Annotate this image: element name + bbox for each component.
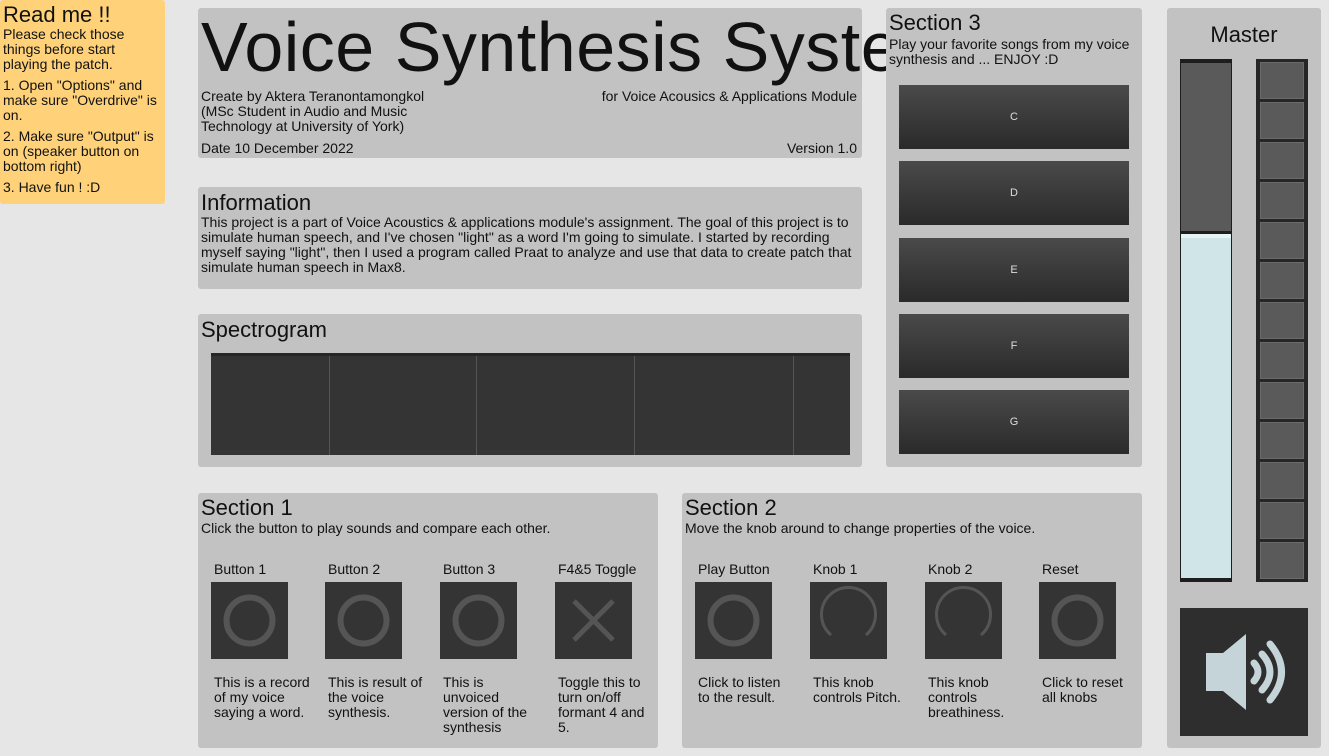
reset-label: Reset: [1042, 561, 1079, 577]
pitch-knob[interactable]: [810, 582, 887, 659]
information-body: This project is a part of Voice Acoustic…: [201, 214, 852, 275]
key-f-button[interactable]: F: [899, 314, 1129, 378]
button2-label: Button 2: [328, 561, 381, 577]
output-speaker-button[interactable]: [1180, 608, 1308, 736]
play-button-description: Click to listen to the result.: [698, 674, 781, 705]
version-text: Version 1.0: [786, 140, 857, 156]
knob2-description: This knob controls breathiness.: [928, 674, 1005, 720]
spectrogram-gridline: [329, 356, 330, 455]
knob1-description: This knob controls Pitch.: [813, 674, 901, 705]
key-d-button[interactable]: D: [899, 161, 1129, 225]
section1-title: Section 1: [201, 495, 293, 520]
spectrogram-display: [211, 353, 850, 455]
readme-title: Read me !!: [3, 2, 111, 27]
section2-panel: Section 2 Move the knob around to change…: [682, 493, 1142, 748]
section3-subtitle: Play your favorite songs from my voice s…: [889, 36, 1130, 67]
key-c-button[interactable]: C: [899, 85, 1129, 149]
section1-panel: Section 1 Click the button to play sound…: [198, 493, 658, 748]
meter-segment: [1260, 342, 1304, 379]
button3-label: Button 3: [443, 561, 496, 577]
spectrogram-title: Spectrogram: [201, 317, 327, 342]
button2[interactable]: [325, 582, 402, 659]
circle-icon: [1051, 594, 1104, 647]
play-button[interactable]: [695, 582, 772, 659]
speaker-volume-icon: [1206, 634, 1285, 710]
app-title: Voice Synthesis System: [201, 8, 959, 86]
circle-icon: [452, 594, 505, 647]
module-name: for Voice Acousics & Applications Module: [601, 88, 857, 104]
meter-segment: [1260, 502, 1304, 539]
spectrogram-gridline: [634, 356, 635, 455]
spectrogram-panel: Spectrogram: [198, 314, 862, 467]
formant-toggle-label: F4&5 Toggle: [558, 561, 637, 577]
readme-step-2: 2. Make sure "Output" is on (speaker but…: [3, 128, 154, 174]
button1[interactable]: [211, 582, 288, 659]
meter-segment: [1260, 462, 1304, 499]
readme-step-3: 3. Have fun ! :D: [3, 179, 101, 195]
button2-description: This is result of the voice synthesis.: [328, 674, 423, 720]
slider-fill: [1181, 234, 1231, 578]
knob-icon: [820, 586, 877, 637]
reset-description: Click to reset all knobs: [1042, 674, 1123, 705]
formant-toggle-description: Toggle this to turn on/off formant 4 and…: [558, 674, 645, 735]
meter-segment: [1260, 62, 1304, 99]
spectrogram-gridline: [476, 356, 477, 455]
knob-icon: [935, 586, 992, 637]
section1-subtitle: Click the button to play sounds and comp…: [201, 520, 551, 536]
level-meter: [1256, 59, 1308, 582]
meter-segment: [1260, 222, 1304, 259]
master-panel: Master: [1167, 8, 1321, 748]
meter-segment: [1260, 142, 1304, 179]
button1-description: This is a record of my voice saying a wo…: [214, 674, 310, 720]
circle-icon: [707, 594, 760, 647]
master-gain-slider[interactable]: [1180, 59, 1232, 582]
section2-title: Section 2: [685, 495, 777, 520]
meter-segment: [1260, 422, 1304, 459]
reset-button[interactable]: [1039, 582, 1116, 659]
breathiness-knob[interactable]: [925, 582, 1002, 659]
meter-segment: [1260, 262, 1304, 299]
information-title: Information: [201, 190, 312, 215]
circle-icon: [337, 594, 390, 647]
meter-segment: [1260, 182, 1304, 219]
information-panel: Information This project is a part of Vo…: [198, 187, 862, 289]
formant-toggle[interactable]: [555, 582, 632, 659]
x-toggle-icon: [572, 599, 615, 642]
author-credit: Create by Aktera Teranontamongkol (MSc S…: [201, 88, 425, 134]
knob1-label: Knob 1: [813, 561, 858, 577]
meter-segment: [1260, 542, 1304, 579]
knob2-label: Knob 2: [928, 561, 973, 577]
meter-segment: [1260, 302, 1304, 339]
play-button-label: Play Button: [698, 561, 770, 577]
spectrogram-gridline: [793, 356, 794, 455]
header-panel: Voice Synthesis System Create by Aktera …: [198, 8, 959, 158]
button3[interactable]: [440, 582, 517, 659]
button3-description: This is unvoiced version of the synthesi…: [443, 674, 528, 735]
section3-title: Section 3: [889, 10, 981, 35]
readme-step-1: 1. Open "Options" and make sure "Overdri…: [3, 77, 157, 123]
section3-panel: Section 3 Play your favorite songs from …: [886, 8, 1142, 467]
master-title: Master: [1210, 22, 1278, 47]
date-text: Date 10 December 2022: [201, 140, 354, 156]
readme-intro: Please check those things before start p…: [3, 26, 125, 72]
readme-note: Read me !! Please check those things bef…: [0, 0, 165, 204]
circle-icon: [223, 594, 276, 647]
meter-segment: [1260, 382, 1304, 419]
meter-segment: [1260, 102, 1304, 139]
slider-track: [1181, 63, 1231, 231]
button1-label: Button 1: [214, 561, 267, 577]
section2-subtitle: Move the knob around to change propertie…: [685, 520, 1036, 536]
key-e-button[interactable]: E: [899, 238, 1129, 302]
key-g-button[interactable]: G: [899, 390, 1129, 454]
